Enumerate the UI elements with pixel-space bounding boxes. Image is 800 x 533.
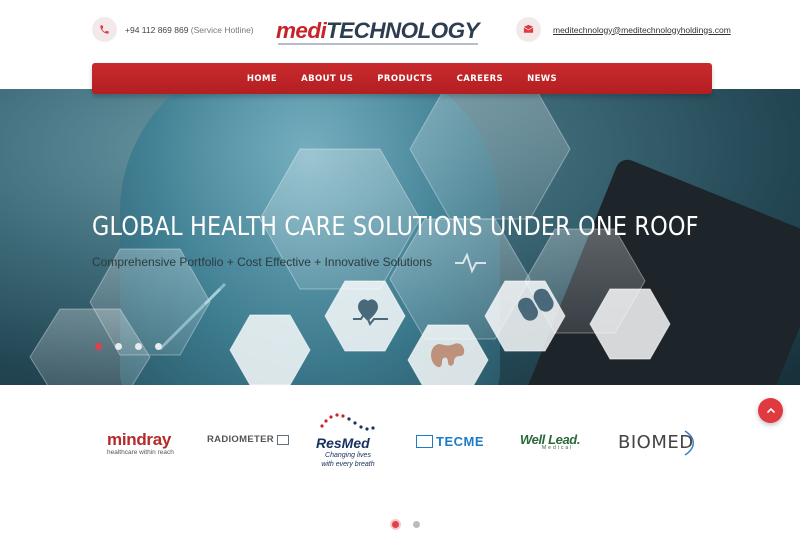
scroll-to-top-button[interactable] bbox=[758, 398, 783, 423]
main-nav: HOME ABOUT US PRODUCTS CAREERS NEWS bbox=[92, 63, 712, 94]
site-logo[interactable]: mediTECHNOLOGY bbox=[276, 15, 484, 47]
brands-pagination bbox=[392, 521, 434, 528]
logo-wordmark: mediTECHNOLOGY bbox=[276, 18, 479, 44]
hero-dot-1[interactable] bbox=[95, 343, 102, 350]
chevron-up-icon bbox=[766, 407, 775, 413]
brands-dot-2[interactable] bbox=[413, 521, 420, 528]
logo-technology: TECHNOLOGY bbox=[326, 18, 479, 43]
radiometer-logo-icon bbox=[276, 434, 289, 445]
partner-brands: mindray healthcare within reach RADIOMET… bbox=[0, 400, 800, 490]
logo-underline bbox=[278, 43, 478, 45]
brand-mindray[interactable]: mindray healthcare within reach bbox=[107, 430, 174, 456]
phone-contact[interactable]: +94 112 869 869 (Service Hotline) bbox=[92, 17, 254, 42]
email-contact[interactable]: meditechnology@meditechnologyholdings.co… bbox=[516, 17, 731, 42]
envelope-icon bbox=[516, 17, 541, 42]
nav-products[interactable]: PRODUCTS bbox=[377, 74, 432, 84]
nav-about-us[interactable]: ABOUT US bbox=[301, 74, 353, 84]
brand-radiometer[interactable]: RADIOMETER bbox=[207, 434, 289, 445]
hero-slider: GLOBAL HEALTH CARE SOLUTIONS UNDER ONE R… bbox=[0, 89, 800, 385]
mindray-name: mindray bbox=[107, 430, 172, 449]
phone-icon bbox=[92, 17, 117, 42]
biomed-arc-icon bbox=[684, 430, 694, 456]
brand-resmed[interactable]: ResMed Changing lives with every breath bbox=[316, 412, 380, 469]
nav-home[interactable]: HOME bbox=[247, 74, 277, 84]
tecme-logo-icon bbox=[416, 435, 433, 448]
brand-welllead[interactable]: Well Lead. Medical bbox=[520, 432, 580, 451]
mindray-tagline: healthcare within reach bbox=[107, 449, 174, 456]
phone-text: +94 112 869 869 (Service Hotline) bbox=[125, 25, 254, 35]
hero-pagination bbox=[95, 343, 175, 350]
phone-number: +94 112 869 869 bbox=[125, 24, 189, 35]
radiometer-name: RADIOMETER bbox=[207, 434, 274, 445]
logo-medi: medi bbox=[276, 18, 327, 43]
hero-title: GLOBAL HEALTH CARE SOLUTIONS UNDER ONE R… bbox=[92, 212, 699, 242]
resmed-tagline-2: with every breath bbox=[321, 461, 375, 468]
nav-careers[interactable]: CAREERS bbox=[457, 74, 503, 84]
phone-note: (Service Hotline) bbox=[190, 24, 254, 35]
brand-biomed[interactable]: BIOMED bbox=[618, 430, 694, 456]
brand-tecme[interactable]: TECME bbox=[416, 434, 484, 449]
hero-dot-4[interactable] bbox=[155, 343, 162, 350]
resmed-wave-icon bbox=[320, 413, 375, 431]
resmed-tagline-1: Changing lives bbox=[325, 452, 371, 459]
resmed-name: ResMed bbox=[316, 435, 370, 451]
nav-news[interactable]: NEWS bbox=[527, 74, 557, 84]
hero-dot-2[interactable] bbox=[115, 343, 122, 350]
biomed-name: BIOMED bbox=[618, 432, 694, 453]
email-link[interactable]: meditechnology@meditechnologyholdings.co… bbox=[553, 25, 731, 35]
brands-dot-1[interactable] bbox=[392, 521, 399, 528]
header: +94 112 869 869 (Service Hotline) mediTE… bbox=[0, 0, 800, 62]
hero-subtitle: Comprehensive Portfolio + Cost Effective… bbox=[92, 255, 432, 269]
hero-dot-3[interactable] bbox=[135, 343, 142, 350]
tecme-name: TECME bbox=[436, 434, 484, 449]
